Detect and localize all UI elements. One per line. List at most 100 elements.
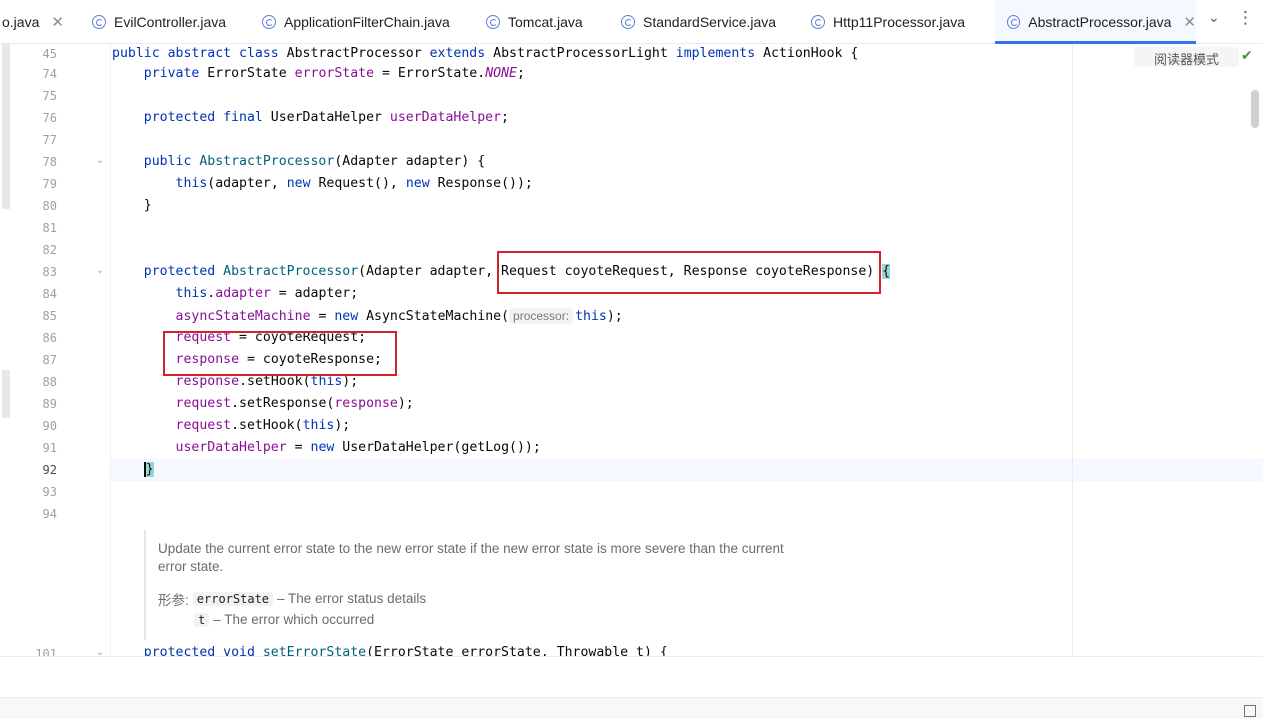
tab-label: Tomcat.java [508,14,583,30]
token: ); [334,418,351,433]
tab-o-java[interactable]: o.java ✕ [0,0,76,44]
token: asyncStateMachine [175,309,311,324]
editor-tab-bar: o.java ✕ EvilController.java Application… [0,0,1263,44]
token: ActionHook { [763,46,859,61]
token: new [405,176,438,191]
check-icon[interactable]: ✔ [1241,48,1253,64]
java-class-icon [1007,15,1021,29]
token: AbstractProcessor [223,264,359,279]
line-number: 94 [42,507,57,521]
code-line-92: } [112,462,154,477]
fold-chevron-icon[interactable]: ⌄ [96,265,104,276]
close-icon[interactable]: ✕ [51,13,64,31]
token: userDataHelper [175,440,287,455]
token: setErrorState [262,645,367,656]
line-number: 101 [35,647,57,656]
java-class-icon [811,15,825,29]
vertical-scrollbar-thumb[interactable] [1251,90,1259,128]
token: NONE [485,66,517,81]
token: { [882,264,891,279]
line-number: 74 [42,67,57,81]
token: new [286,176,319,191]
token: .setResponse( [231,396,335,411]
code-line-79: this(adapter, new Request(), new Respons… [112,176,533,191]
line-number: 83 [42,265,57,279]
code-line-91: userDataHelper = new UserDataHelper(getL… [112,440,541,455]
token: response [334,396,398,411]
token: (adapter, [207,176,287,191]
token: this [302,418,335,433]
status-widget-icon[interactable] [1244,705,1256,717]
line-number: 80 [42,199,57,213]
tab-list-chevron-icon[interactable]: ⌄ [1208,10,1220,26]
java-class-icon [621,15,635,29]
token: ErrorState [207,66,295,81]
token: protected [112,264,224,279]
reader-mode-button[interactable]: 阅读器模式 [1134,47,1240,67]
left-strip [0,44,12,656]
line-number: 84 [42,287,57,301]
close-icon[interactable]: ✕ [1183,13,1196,31]
token: = [286,440,311,455]
token: AsyncStateMachine( [366,309,510,324]
line-number: 90 [42,419,57,433]
token: ; [516,66,525,81]
line-number: 93 [42,485,57,499]
line-number: 87 [42,353,57,367]
token: private [112,66,208,81]
parameter-hint: processor: [509,308,574,324]
tab-evilcontroller[interactable]: EvilController.java [92,0,226,44]
code-line-45: public abstract class AbstractProcessor … [112,46,858,61]
token: = coyoteResponse; [239,352,382,367]
token: userDataHelper [389,110,502,125]
token: = ErrorState. [374,66,486,81]
code-line-86: request = coyoteRequest; [112,330,367,345]
code-line-90: request.setHook(this); [112,418,351,433]
param-name: t [194,612,210,627]
token: Response()); [437,176,533,191]
tab-label: EvilController.java [114,14,227,30]
token: protected final [112,110,271,125]
javadoc-param-row: 形参: errorState – The error status detail… [158,588,426,609]
code-line-78: public AbstractProcessor(Adapter adapter… [112,154,485,169]
tab-label: Http11Processor.java [833,14,966,30]
line-number: 79 [42,177,57,191]
tab-tomcat[interactable]: Tomcat.java [486,0,583,44]
code-line-101: protected void setErrorState(ErrorState … [112,645,668,656]
status-bar [0,697,1263,719]
tab-label: ApplicationFilterChain.java [284,14,450,30]
token: } [112,198,152,213]
token: response [175,374,240,389]
token: ); [342,374,359,389]
tab-label: o.java [2,14,40,30]
line-number: 45 [42,47,57,61]
fold-chevron-icon[interactable]: ⌄ [96,647,104,656]
token: ); [397,396,414,411]
horizontal-scroll-area [0,656,1263,697]
fold-chevron-icon[interactable]: ⌄ [96,155,104,166]
token: response [175,352,240,367]
tab-standardservice[interactable]: StandardService.java [621,0,776,44]
line-number-current: 92 [42,463,57,477]
right-margin-guide [1072,44,1073,656]
token: UserDataHelper [270,110,390,125]
tab-abstractprocessor[interactable]: AbstractProcessor.java ✕ [995,0,1196,44]
token: this [175,286,208,301]
tab-label: AbstractProcessor.java [1028,14,1172,30]
token: .setHook( [231,418,303,433]
token: AbstractProcessorLight [493,46,676,61]
tab-applicationfilterchain[interactable]: ApplicationFilterChain.java [262,0,450,44]
more-options-icon[interactable]: ⋮ [1237,8,1254,28]
tab-http11processor[interactable]: Http11Processor.java [811,0,965,44]
line-number: 86 [42,331,57,345]
token: (Adapter adapter) { [334,154,486,169]
params-label: 形参: [158,592,189,608]
token: errorState [294,66,375,81]
code-editor[interactable]: 45 74 75 76 77 78 79 80 81 82 83 84 85 8… [0,44,1263,656]
code-line-87: response = coyoteResponse; [112,352,382,367]
token: public [112,154,200,169]
token: extends [429,46,494,61]
